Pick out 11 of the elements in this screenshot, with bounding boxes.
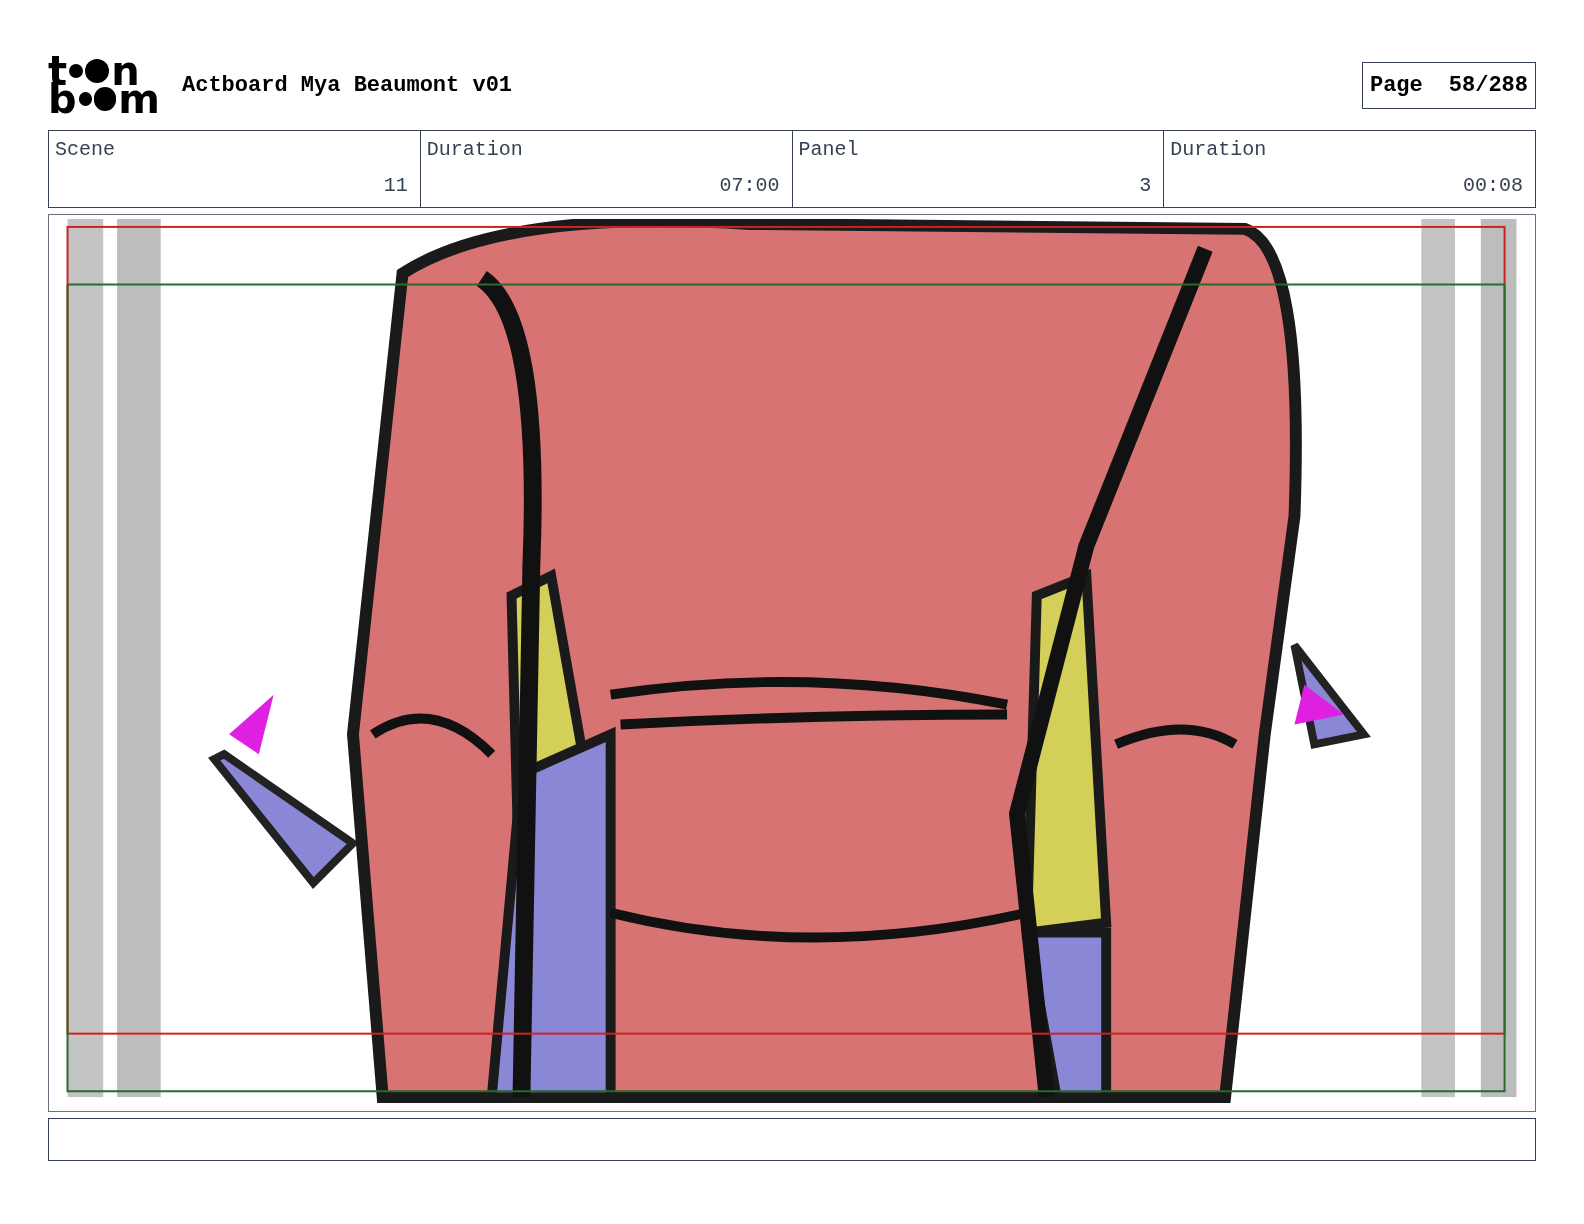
document-title: Actboard Mya Beaumont v01 [182,71,513,100]
field-label: Duration [426,137,523,163]
field-value: 00:08 [1463,173,1523,199]
field-value: 11 [383,173,408,199]
field-label: Duration [1170,137,1267,163]
page-counter: Page 58/288 [1361,61,1536,109]
field-value: 07:00 [719,173,780,199]
logo: t n b m [48,57,160,113]
field-label: Scene [55,137,115,163]
field-label: Panel [798,137,859,163]
field-value: 3 [1139,173,1152,199]
